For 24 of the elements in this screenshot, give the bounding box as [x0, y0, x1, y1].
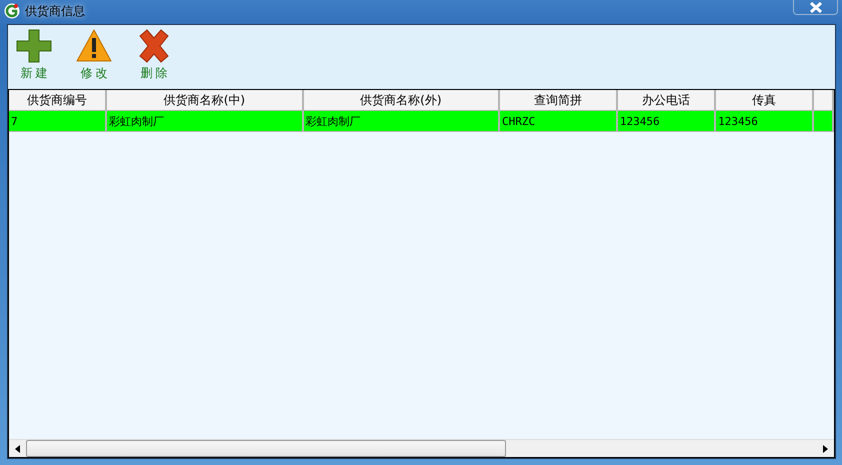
column-header[interactable]: 查询简拼	[500, 90, 618, 111]
window-title: 供货商信息	[25, 2, 85, 20]
scrollbar-thumb[interactable]	[26, 440, 506, 457]
left-arrow-icon	[15, 444, 20, 452]
table-cell[interactable]: 彩虹肉制厂	[107, 111, 304, 132]
right-arrow-icon	[823, 444, 828, 452]
close-button[interactable]	[793, 0, 838, 15]
plus-icon	[16, 29, 52, 63]
column-header[interactable]: 供货商名称(中)	[107, 90, 304, 111]
column-header[interactable]: 供货商编号	[9, 90, 108, 111]
warning-icon	[76, 29, 112, 63]
table-cell[interactable]: 123456	[716, 111, 814, 132]
column-header[interactable]: 供货商名称(外)	[304, 90, 500, 111]
column-header[interactable]: 传真	[716, 90, 814, 111]
column-header[interactable]: 办公电话	[618, 90, 716, 111]
app-logo-icon	[4, 3, 20, 19]
table-cell[interactable]: 7	[9, 111, 108, 132]
table-cell[interactable]: 彩虹肉制厂	[304, 111, 500, 132]
close-icon	[808, 2, 822, 12]
table-cell[interactable]: CHRZC	[500, 111, 618, 132]
table-cell[interactable]: 123456	[618, 111, 716, 132]
toolbar-button[interactable]: 删 除	[132, 29, 176, 85]
toolbar-button[interactable]: 修 改	[72, 29, 116, 85]
toolbar-button[interactable]: 新 建	[12, 29, 56, 85]
